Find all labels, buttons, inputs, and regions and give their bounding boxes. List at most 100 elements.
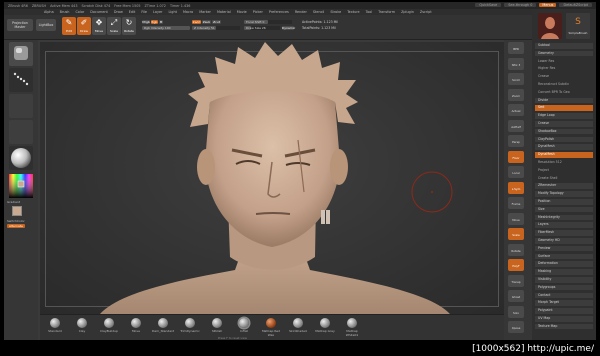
tray-row-reconstruct-subdiv[interactable]: Reconstruct Subdiv — [535, 82, 593, 88]
rotate-button[interactable]: ↻ Rotate — [122, 17, 136, 35]
shelf-item-matcap-red-wax[interactable]: MatCap Red Wax — [260, 318, 282, 337]
menu-movie[interactable]: Movie — [237, 10, 247, 14]
tray-row-lower-res[interactable]: Lower Res — [535, 59, 593, 65]
shelf-item-dam-standard[interactable]: Dam_Standard — [152, 318, 174, 333]
alpha-selector[interactable] — [9, 94, 33, 118]
view-button-spix-3[interactable]: SPix 3 — [508, 57, 524, 70]
menu-zplugin[interactable]: Zplugin — [401, 10, 414, 14]
brush-selector[interactable] — [9, 42, 33, 66]
dynamic-toggle[interactable]: Dynamic — [282, 26, 295, 30]
tray-row-surface[interactable]: Surface — [535, 253, 593, 260]
zsub-toggle[interactable]: Zsub — [202, 20, 211, 24]
simplebrush-thumbnail[interactable]: S SimpleBrush — [566, 13, 590, 39]
tray-row-geometry[interactable]: Geometry — [535, 50, 593, 57]
shelf-item-inflat[interactable]: Inflat — [233, 318, 255, 333]
tray-row-subtool[interactable]: Subtool — [535, 43, 593, 49]
edit-button[interactable]: ✎ Edit — [62, 17, 76, 35]
rgb-toggle[interactable]: Rgb — [151, 20, 158, 24]
menu-brush[interactable]: Brush — [60, 10, 70, 14]
tray-row-higher-res[interactable]: Higher Res — [535, 66, 593, 72]
menu-render[interactable]: Render — [295, 10, 307, 14]
zcut-toggle[interactable]: Zcut — [212, 20, 221, 24]
m-toggle[interactable]: M — [159, 20, 163, 24]
material-selector[interactable] — [9, 146, 33, 170]
tray-row-polygroups[interactable]: Polygroups — [535, 284, 593, 291]
view-button-solo[interactable]: Solo — [508, 305, 524, 318]
rgb-intensity-slider[interactable]: Rgb Intensity 100 — [142, 26, 190, 30]
view-button-transp[interactable]: Transp — [508, 274, 524, 287]
menu-file[interactable]: File — [141, 10, 147, 14]
view-button-scroll[interactable]: Scroll — [508, 73, 524, 85]
shelf-item-trimdynamic[interactable]: TrimDynamic — [179, 318, 201, 333]
tray-row-crease[interactable]: Crease — [535, 74, 593, 80]
view-button-rotate[interactable]: Rotate — [508, 243, 524, 256]
tray-row-divide[interactable]: Divide — [535, 97, 593, 104]
shelf-item-claybuildup[interactable]: ClayBuildup — [98, 318, 120, 333]
draw-size-slider[interactable]: Draw Size 26 — [244, 26, 280, 30]
tray-row-position[interactable]: Position — [535, 199, 593, 205]
tray-row-geometry-hd[interactable]: Geometry HD — [535, 238, 593, 244]
menu-light[interactable]: Light — [168, 10, 176, 14]
menu-color[interactable]: Color — [75, 10, 84, 14]
menu-zscript[interactable]: Zscript — [420, 10, 432, 14]
quicksave-button[interactable]: QuickSave — [475, 3, 502, 7]
focal-shift-slider[interactable]: Focal Shift 0 — [244, 20, 292, 24]
view-button-scale[interactable]: Scale — [508, 228, 524, 240]
scale-button[interactable]: ⤢ Scale — [107, 17, 121, 35]
shelf-item-move[interactable]: Move — [125, 318, 147, 333]
view-button-local[interactable]: Local — [508, 166, 524, 178]
menu-macro[interactable]: Macro — [183, 10, 193, 14]
tray-row-texture-map[interactable]: Texture Map — [535, 323, 593, 330]
tray-row-convert-bpr-to-geo[interactable]: Convert BPR To Geo — [535, 90, 593, 96]
projection-master-button[interactable]: Projection Master — [7, 19, 33, 31]
color-picker[interactable] — [9, 174, 33, 198]
shelf-item-hpolish[interactable]: hPolish — [206, 318, 228, 333]
z-intensity-slider[interactable]: Z Intensity 51 — [192, 26, 240, 30]
view-button-persp[interactable]: Persp — [508, 135, 524, 147]
tray-row-project[interactable]: Project — [535, 168, 593, 174]
tray-row-zremesher[interactable]: ZRemesher — [535, 183, 593, 189]
draw-button[interactable]: ✐ Draw — [77, 17, 91, 35]
view-button-zoom[interactable]: Zoom — [508, 88, 524, 101]
main-color-swatch[interactable] — [12, 206, 22, 216]
menu-document[interactable]: Document — [90, 10, 108, 14]
menu-alpha[interactable]: Alpha — [44, 10, 54, 14]
shelf-item-matcap-white01[interactable]: MatCap White01 — [341, 318, 363, 337]
tray-row-claypolish[interactable]: ClayPolish — [535, 136, 593, 143]
tray-row-modify-topology[interactable]: Modify Topology — [535, 191, 593, 197]
tray-row-resolution-512[interactable]: Resolution 512 — [535, 160, 593, 166]
menu-draw[interactable]: Draw — [114, 10, 123, 14]
menu-marker[interactable]: Marker — [199, 10, 211, 14]
view-button-floor[interactable]: Floor — [508, 150, 524, 163]
menu-preferences[interactable]: Preferences — [269, 10, 289, 14]
zadd-toggle[interactable]: Zadd — [192, 20, 201, 24]
tray-row-crease[interactable]: Crease — [535, 121, 593, 127]
tray-row-preview[interactable]: Preview — [535, 245, 593, 252]
tray-row-layers[interactable]: Layers — [535, 222, 593, 228]
shelf-item-matcap-gray[interactable]: MatCap Gray — [314, 318, 336, 333]
view-button-polyf[interactable]: PolyF — [508, 259, 524, 271]
tray-row-create-shell[interactable]: Create Shell — [535, 176, 593, 182]
mrgb-toggle[interactable]: Mrgb — [142, 20, 150, 24]
tray-row-uv-map[interactable]: UV Map — [535, 316, 593, 322]
view-button-bpr[interactable]: BPR — [508, 42, 524, 54]
tray-row-shadowbox[interactable]: ShadowBox — [535, 128, 593, 135]
tray-row-deformation[interactable]: Deformation — [535, 261, 593, 267]
move-button[interactable]: ✥ Move — [92, 17, 106, 35]
alternate-toggle[interactable]: Alternate — [7, 224, 25, 228]
tray-row-smt[interactable]: Smt — [535, 105, 593, 111]
view-button-l-sym[interactable]: L.Sym — [508, 181, 524, 194]
tray-row-dynamesh[interactable]: DynaMesh — [535, 144, 593, 150]
shelf-item-clay[interactable]: Clay — [71, 318, 93, 333]
tray-row-edge-loop[interactable]: Edge Loop — [535, 113, 593, 119]
tray-row-masking[interactable]: Masking — [535, 269, 593, 275]
menu-picker[interactable]: Picker — [253, 10, 263, 14]
switch-color-label[interactable]: SwitchColor — [7, 219, 25, 223]
menu-layer[interactable]: Layer — [153, 10, 162, 14]
seethrough-slider[interactable]: See-through 0 — [504, 3, 537, 7]
tray-row-contact[interactable]: Contact — [535, 292, 593, 299]
stroke-selector[interactable] — [9, 68, 33, 92]
view-button-actual[interactable]: Actual — [508, 104, 524, 116]
tray-row-fibermesh[interactable]: FiberMesh — [535, 230, 593, 236]
tray-row-visibility[interactable]: Visibility — [535, 277, 593, 283]
